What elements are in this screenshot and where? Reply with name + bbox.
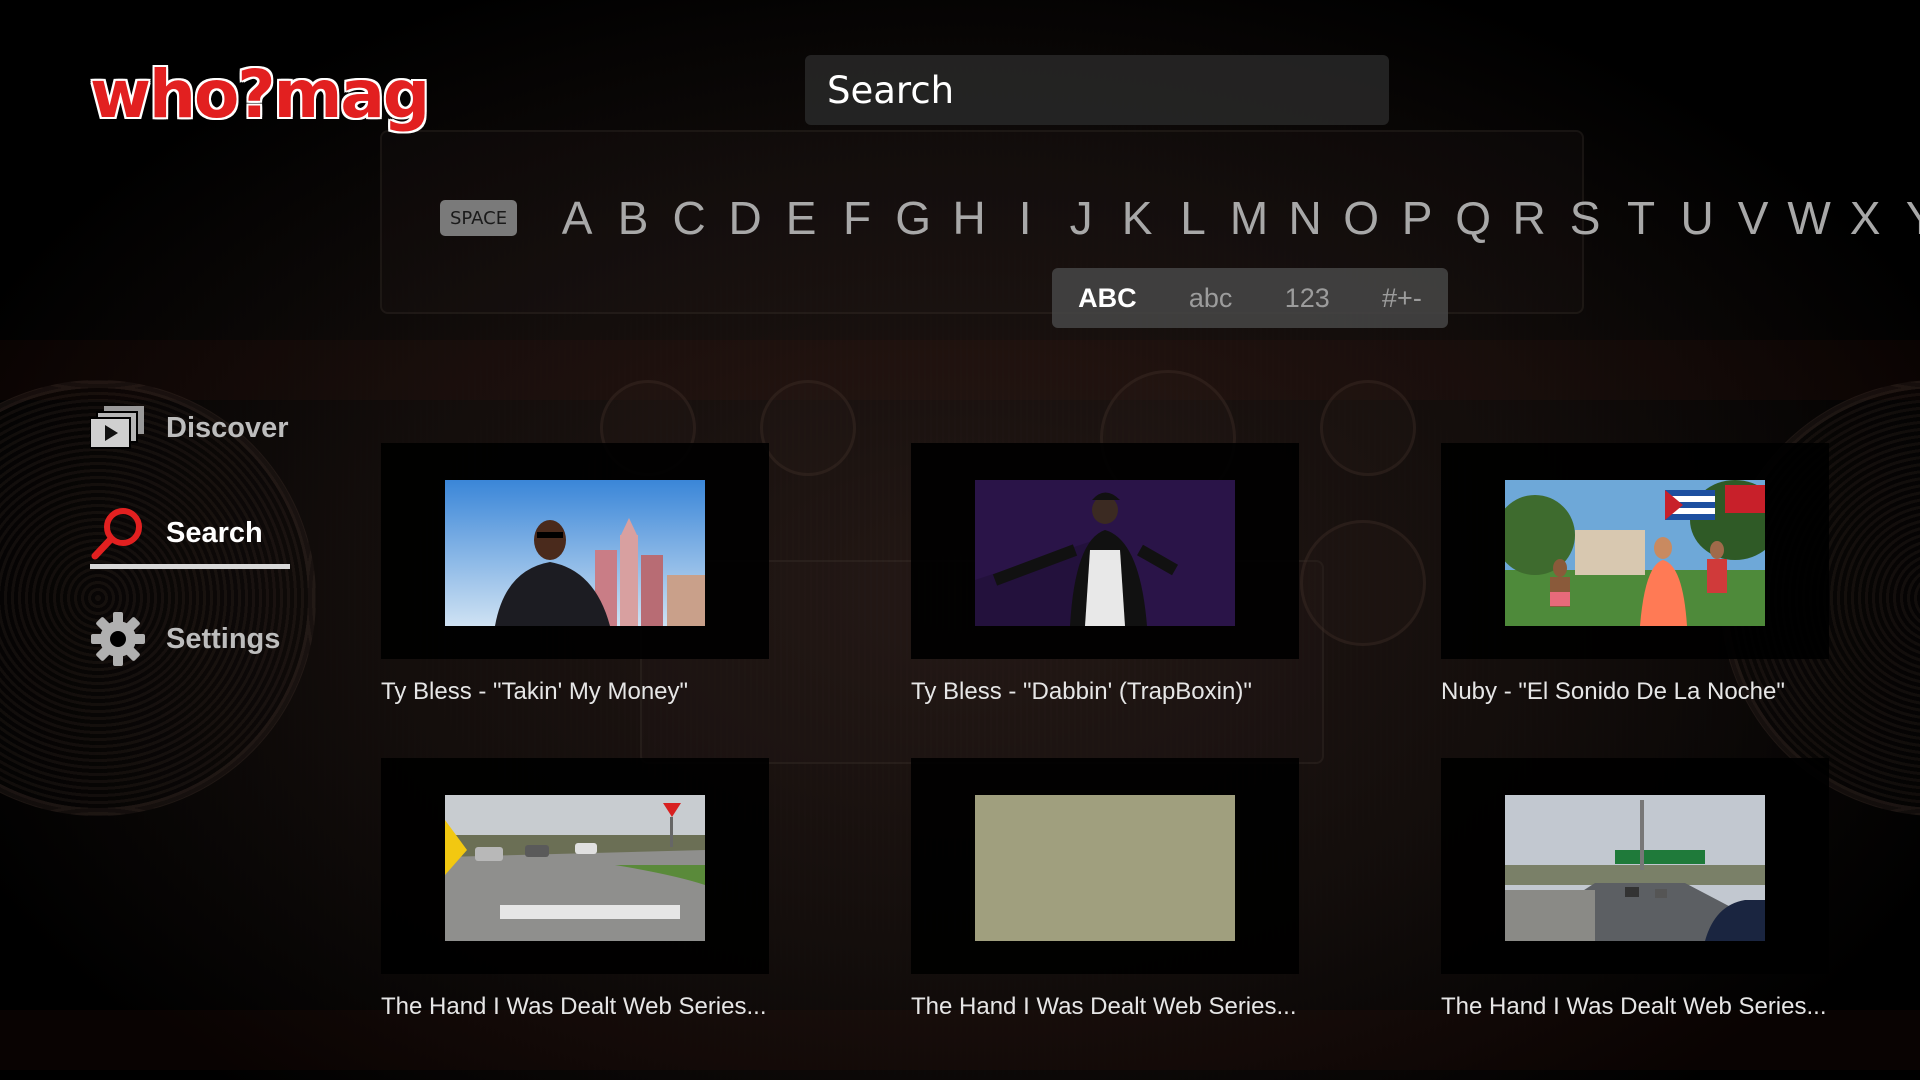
key-i[interactable]: I — [997, 191, 1053, 245]
discover-icon — [90, 400, 146, 456]
key-t[interactable]: T — [1613, 191, 1669, 245]
video-title: Ty Bless - "Takin' My Money" — [381, 678, 689, 705]
key-r[interactable]: R — [1501, 191, 1557, 245]
key-l[interactable]: L — [1165, 191, 1221, 245]
sidebar-item-label: Discover — [166, 411, 289, 444]
video-title: Nuby - "El Sonido De La Noche" — [1441, 678, 1785, 705]
active-nav-indicator — [90, 564, 290, 569]
video-card[interactable] — [1441, 758, 1829, 974]
video-thumbnail — [445, 795, 705, 941]
mode-lowercase[interactable]: abc — [1189, 283, 1233, 314]
video-thumbnail — [975, 795, 1235, 941]
key-u[interactable]: U — [1669, 191, 1725, 245]
key-a[interactable]: A — [549, 191, 605, 245]
sidebar-item-settings[interactable]: Settings — [90, 611, 280, 667]
key-x[interactable]: X — [1837, 191, 1893, 245]
mode-numbers[interactable]: 123 — [1285, 283, 1330, 314]
logo-text: who?mag — [90, 56, 430, 133]
key-d[interactable]: D — [717, 191, 773, 245]
video-card[interactable] — [911, 758, 1299, 974]
key-n[interactable]: N — [1277, 191, 1333, 245]
video-title: The Hand I Was Dealt Web Series... — [1441, 993, 1827, 1020]
mode-uppercase[interactable]: ABC — [1078, 283, 1137, 314]
key-s[interactable]: S — [1557, 191, 1613, 245]
video-title: Ty Bless - "Dabbin' (TrapBoxin)" — [911, 678, 1252, 705]
key-p[interactable]: P — [1389, 191, 1445, 245]
key-f[interactable]: F — [829, 191, 885, 245]
key-v[interactable]: V — [1725, 191, 1781, 245]
keyboard-mode-switcher: ABC abc 123 #+- — [1052, 268, 1448, 328]
app-logo: who?mag — [90, 58, 450, 132]
key-o[interactable]: O — [1333, 191, 1389, 245]
gear-icon — [90, 611, 146, 667]
key-m[interactable]: M — [1221, 191, 1277, 245]
search-input[interactable]: Search — [805, 55, 1389, 125]
key-e[interactable]: E — [773, 191, 829, 245]
video-thumbnail — [975, 480, 1235, 626]
onscreen-keyboard: SPACE A B C D E F G H I J K L M N O P Q … — [440, 190, 1920, 246]
key-y[interactable]: Y — [1893, 191, 1920, 245]
video-thumbnail — [1505, 480, 1765, 626]
key-q[interactable]: Q — [1445, 191, 1501, 245]
video-thumbnail — [1505, 795, 1765, 941]
sidebar-item-search[interactable]: Search — [90, 505, 263, 561]
key-space[interactable]: SPACE — [440, 200, 518, 236]
video-card[interactable] — [381, 758, 769, 974]
video-card[interactable] — [381, 443, 769, 659]
key-w[interactable]: W — [1781, 191, 1837, 245]
search-icon — [90, 505, 146, 561]
video-thumbnail — [445, 480, 705, 626]
key-g[interactable]: G — [885, 191, 941, 245]
sidebar-item-discover[interactable]: Discover — [90, 400, 289, 456]
key-b[interactable]: B — [605, 191, 661, 245]
video-title: The Hand I Was Dealt Web Series... — [911, 993, 1297, 1020]
sidebar-item-label: Search — [166, 516, 263, 549]
key-j[interactable]: J — [1053, 191, 1109, 245]
key-h[interactable]: H — [941, 191, 997, 245]
key-c[interactable]: C — [661, 191, 717, 245]
search-input-label: Search — [827, 68, 955, 112]
mode-symbols[interactable]: #+- — [1382, 283, 1422, 314]
sidebar-item-label: Settings — [166, 622, 281, 655]
key-k[interactable]: K — [1109, 191, 1165, 245]
video-card[interactable] — [1441, 443, 1829, 659]
video-title: The Hand I Was Dealt Web Series... — [381, 993, 767, 1020]
video-card[interactable] — [911, 443, 1299, 659]
